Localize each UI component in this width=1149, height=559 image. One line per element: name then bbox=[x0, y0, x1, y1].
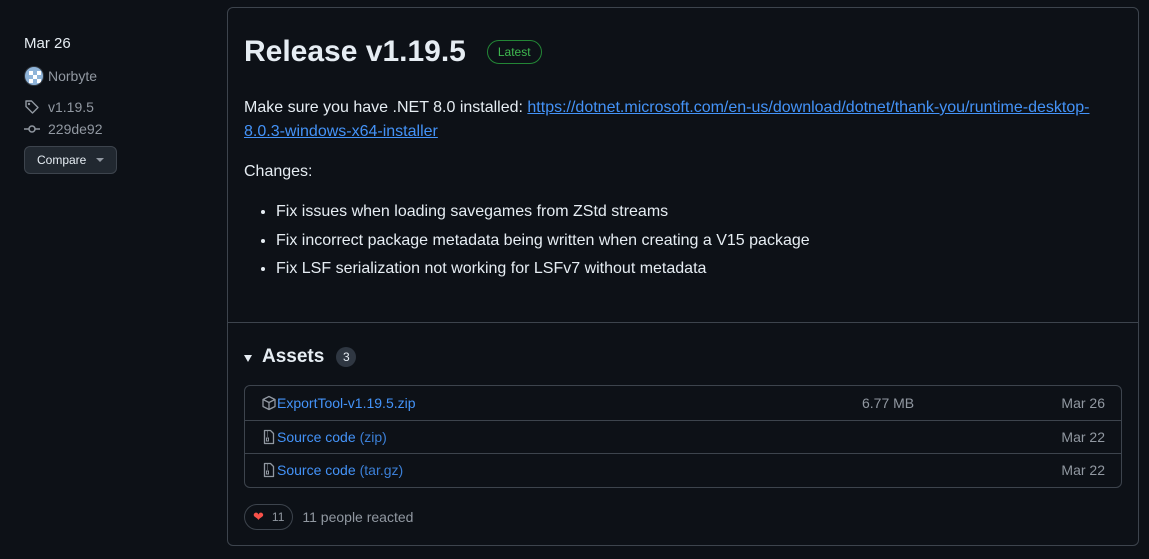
asset-row[interactable]: ExportTool-v1.19.5.zip 6.77 MB Mar 26 bbox=[245, 386, 1121, 420]
assets-section: Assets 3 ExportTool-v1.19.5.zip 6.77 MB … bbox=[228, 323, 1138, 530]
asset-name[interactable]: ExportTool-v1.19.5.zip bbox=[277, 395, 416, 411]
asset-list: ExportTool-v1.19.5.zip 6.77 MB Mar 26 So… bbox=[244, 385, 1122, 488]
release-date: Mar 26 bbox=[24, 35, 71, 52]
avatar bbox=[24, 66, 44, 86]
asset-name[interactable]: Source code bbox=[277, 462, 356, 478]
tag-icon bbox=[24, 97, 44, 117]
reaction-summary[interactable]: 11 people reacted bbox=[302, 509, 413, 525]
assets-count-badge: 3 bbox=[336, 347, 357, 367]
changes-list: Fix issues when loading savegames from Z… bbox=[244, 198, 1122, 284]
commit-hash[interactable]: 229de92 bbox=[48, 121, 103, 137]
package-icon bbox=[261, 395, 277, 411]
release-intro: Make sure you have .NET 8.0 installed: h… bbox=[244, 96, 1122, 144]
release-sidebar: Mar 26 Norbyte v1.19.5 229de92 Compare bbox=[24, 35, 204, 174]
asset-size: 6.77 MB bbox=[862, 394, 915, 411]
author-name[interactable]: Norbyte bbox=[48, 68, 97, 84]
triangle-down-icon bbox=[244, 354, 252, 362]
tag-label[interactable]: v1.19.5 bbox=[48, 99, 94, 115]
commit-row[interactable]: 229de92 bbox=[24, 118, 204, 140]
release-body: Release v1.19.5 Latest Make sure you hav… bbox=[228, 8, 1138, 323]
list-item: Fix incorrect package metadata being wri… bbox=[276, 227, 1122, 256]
asset-row[interactable]: Source code (zip) Mar 22 bbox=[245, 419, 1121, 454]
asset-date: Mar 22 bbox=[1061, 428, 1105, 445]
asset-row[interactable]: Source code (tar.gz) Mar 22 bbox=[245, 453, 1121, 487]
git-commit-icon bbox=[24, 119, 44, 139]
reaction-count: 11 bbox=[271, 509, 285, 524]
chevron-down-icon bbox=[96, 158, 105, 162]
assets-toggle[interactable]: Assets 3 bbox=[244, 343, 1122, 371]
heart-reaction-button[interactable]: ❤ 11 bbox=[244, 503, 294, 530]
file-zip-icon bbox=[261, 429, 277, 445]
release-card: Release v1.19.5 Latest Make sure you hav… bbox=[227, 7, 1139, 546]
list-item: Fix issues when loading savegames from Z… bbox=[276, 198, 1122, 227]
assets-title: Assets bbox=[262, 346, 325, 367]
compare-button[interactable]: Compare bbox=[24, 146, 118, 174]
latest-badge: Latest bbox=[486, 40, 542, 64]
release-title[interactable]: Release v1.19.5 bbox=[244, 35, 466, 69]
compare-button-label: Compare bbox=[37, 153, 87, 167]
author-row[interactable]: Norbyte bbox=[24, 65, 204, 87]
asset-date: Mar 26 bbox=[1061, 394, 1105, 411]
heart-icon: ❤ bbox=[253, 508, 264, 524]
changes-heading: Changes: bbox=[244, 163, 313, 180]
file-zip-icon bbox=[261, 462, 277, 478]
asset-name[interactable]: Source code bbox=[277, 429, 356, 445]
tag-row[interactable]: v1.19.5 bbox=[24, 96, 204, 118]
asset-format[interactable]: (tar.gz) bbox=[360, 462, 404, 478]
intro-text: Make sure you have .NET 8.0 installed: bbox=[244, 99, 528, 116]
asset-format[interactable]: (zip) bbox=[360, 429, 387, 445]
list-item: Fix LSF serialization not working for LS… bbox=[276, 255, 1122, 284]
reactions: ❤ 11 11 people reacted bbox=[244, 503, 1122, 530]
asset-date: Mar 22 bbox=[1061, 462, 1105, 479]
